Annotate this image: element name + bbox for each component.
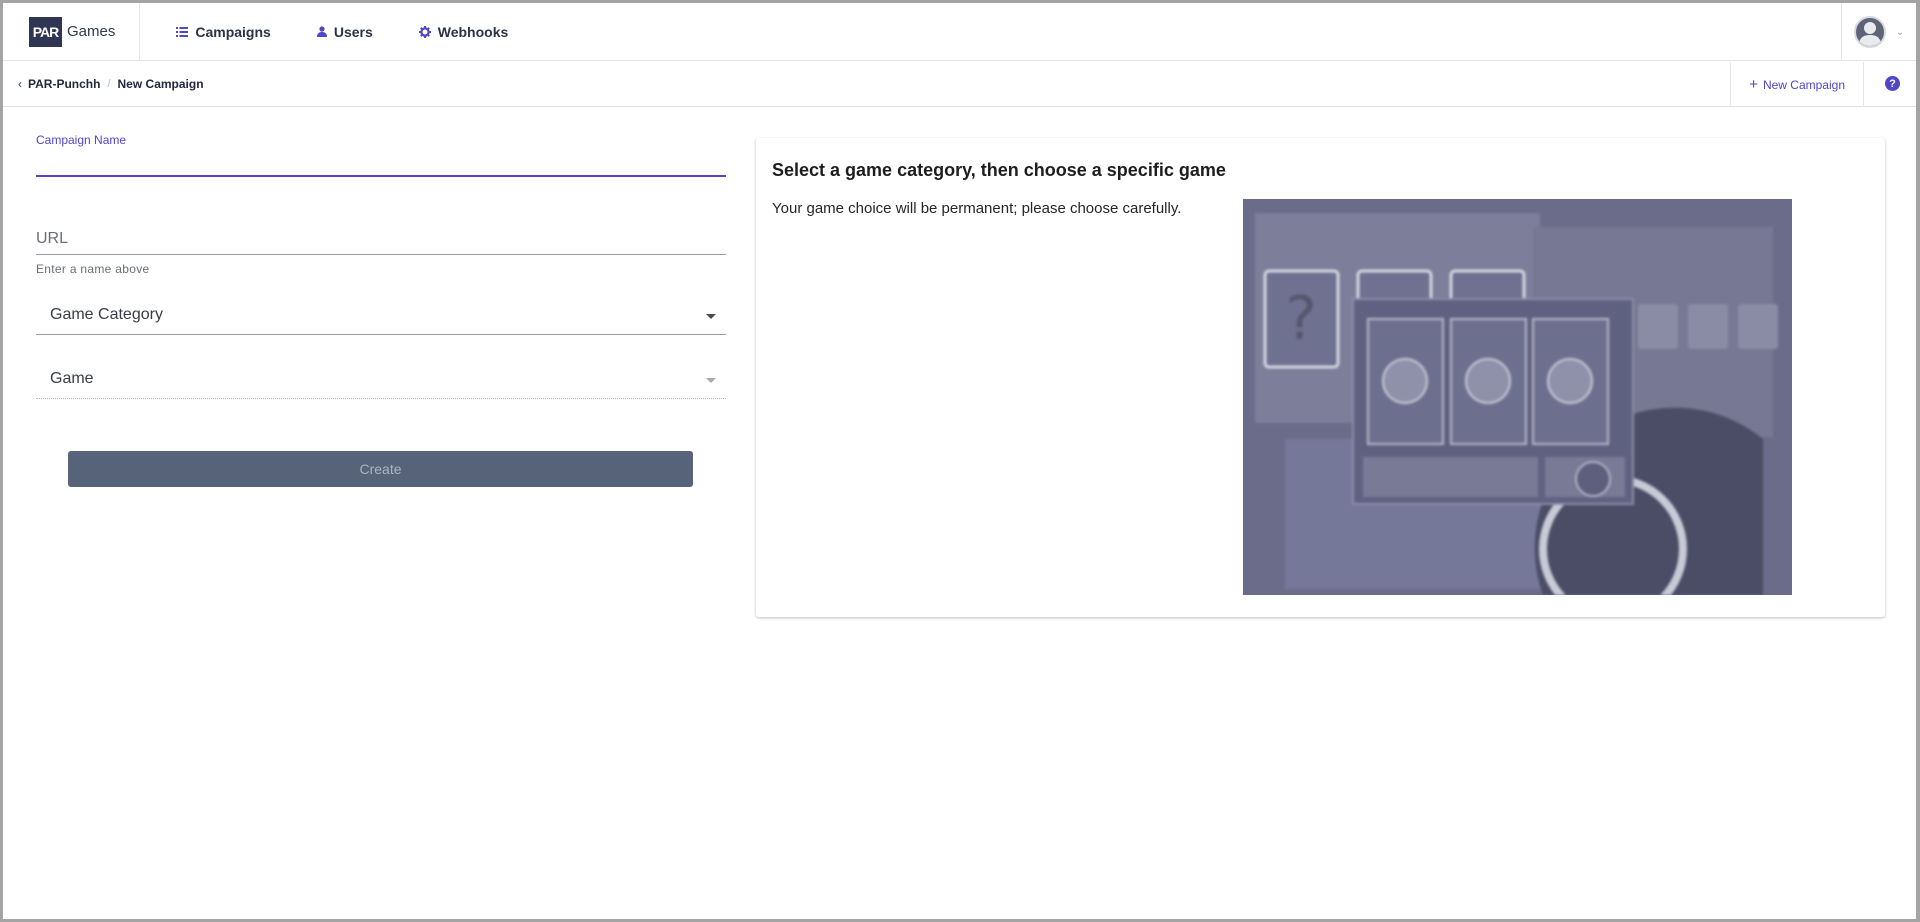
nav-campaigns-label: Campaigns: [195, 23, 271, 40]
brand-logo: PAR: [29, 16, 62, 47]
game-preview-image: ?: [1243, 199, 1792, 595]
breadcrumb-current: New Campaign: [117, 77, 204, 91]
game-label: Game: [50, 369, 94, 387]
chevron-left-icon[interactable]: ‹: [18, 77, 22, 91]
breadcrumb: ‹ PAR-Punchh / New Campaign + New Campai…: [3, 62, 1916, 107]
create-button[interactable]: Create: [68, 451, 693, 487]
nav-campaigns[interactable]: Campaigns: [166, 3, 280, 60]
avatar-icon: [1853, 16, 1886, 48]
card-title: Select a game category, then choose a sp…: [772, 160, 1226, 180]
campaign-form: Campaign Name Enter a name above Game Ca…: [36, 133, 726, 487]
url-field: Enter a name above: [36, 223, 726, 276]
game-select[interactable]: Game: [36, 359, 726, 399]
user-menu[interactable]: ⌄: [1841, 3, 1916, 61]
new-campaign-button[interactable]: + New Campaign: [1730, 62, 1864, 107]
dropdown-caret-icon: [706, 314, 716, 319]
app-window: PAR Games Campaigns Users Webhooks ⌄ ‹ P…: [3, 3, 1916, 919]
game-info-card: Select a game category, then choose a sp…: [756, 138, 1885, 617]
game-category-label: Game Category: [50, 305, 163, 323]
brand[interactable]: PAR Games: [3, 3, 141, 60]
nav-users-label: Users: [333, 23, 373, 40]
list-icon: [176, 26, 189, 37]
nav-users[interactable]: Users: [307, 3, 383, 60]
campaign-name-field: Campaign Name: [36, 133, 726, 177]
svg-text:?: ?: [1285, 284, 1317, 354]
chevron-down-icon: ⌄: [1895, 26, 1905, 38]
campaign-name-input[interactable]: [36, 147, 726, 177]
new-campaign-label: New Campaign: [1762, 77, 1845, 92]
user-icon: [316, 26, 327, 37]
gear-icon: [418, 25, 431, 38]
url-input[interactable]: [36, 223, 726, 255]
nav-webhooks[interactable]: Webhooks: [409, 3, 519, 60]
url-helper-text: Enter a name above: [36, 262, 150, 276]
brand-name: Games: [67, 23, 116, 40]
breadcrumb-separator: /: [107, 78, 111, 90]
nav-webhooks-label: Webhooks: [437, 23, 509, 40]
game-category-select[interactable]: Game Category: [36, 295, 726, 335]
plus-icon: +: [1749, 76, 1758, 93]
breadcrumb-parent[interactable]: PAR-Punchh: [28, 77, 100, 91]
help-icon[interactable]: ?: [1885, 76, 1900, 91]
card-description: Your game choice will be permanent; plea…: [772, 200, 1182, 217]
campaign-name-label: Campaign Name: [36, 133, 127, 147]
dropdown-caret-icon: [706, 378, 716, 383]
top-navbar: PAR Games Campaigns Users Webhooks ⌄: [3, 3, 1916, 61]
